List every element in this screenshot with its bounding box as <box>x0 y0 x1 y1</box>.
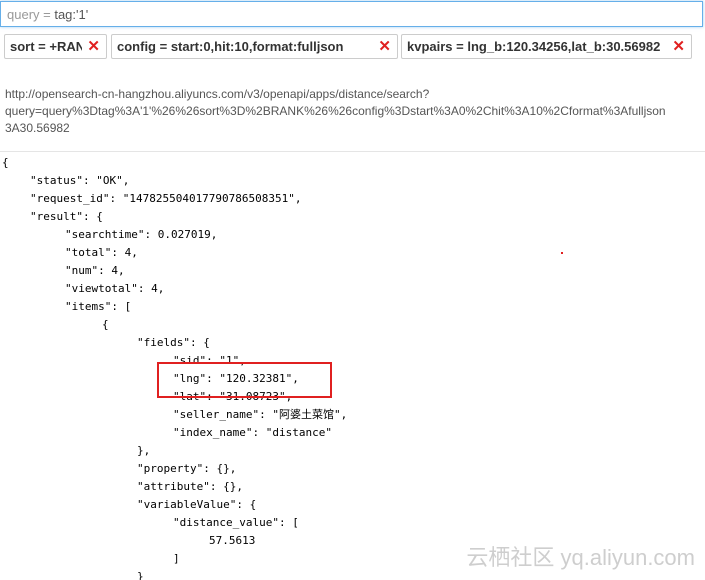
red-dot-mark <box>561 252 563 254</box>
watermark: 云栖社区 yq.aliyun.com <box>466 545 695 570</box>
json-line: "result": { <box>30 210 103 223</box>
distance-value-highlight-box <box>157 362 332 398</box>
query-input[interactable]: query = tag:'1' <box>0 1 703 27</box>
query-prefix-label: query = <box>7 6 55 22</box>
param-kvpairs[interactable]: kvpairs = lng_b:120.34256,lat_b:30.56982… <box>401 34 692 59</box>
param-kvpairs-value: lng_b:120.34256,lat_b:30.56982 <box>467 39 661 54</box>
json-line: "seller_name": "阿婆土菜馆", <box>173 408 348 421</box>
json-line: "request_id": "147825504017790786508351"… <box>30 192 302 205</box>
json-line: } <box>137 570 144 580</box>
json-line: "items": [ <box>65 300 132 313</box>
json-line: "property": {}, <box>137 462 237 475</box>
param-config-label: config = <box>117 39 171 54</box>
json-line: "attribute": {}, <box>137 480 243 493</box>
param-row: sort = +RANK ✕ config = start:0,hit:10,f… <box>0 34 705 59</box>
param-sort-close-icon[interactable]: ✕ <box>87 37 100 55</box>
param-sort-label: sort = <box>10 39 50 54</box>
param-config[interactable]: config = start:0,hit:10,format:fulljson … <box>111 34 398 59</box>
json-line: "index_name": "distance" <box>173 426 332 439</box>
url-line: http://opensearch-cn-hangzhou.aliyuncs.c… <box>5 87 430 101</box>
json-line: "fields": { <box>137 336 210 349</box>
divider <box>0 151 705 152</box>
json-response: { "status": "OK", "request_id": "1478255… <box>0 154 705 580</box>
param-sort-value: +RANK <box>49 39 82 54</box>
json-line: { <box>102 318 109 331</box>
param-kvpairs-close-icon[interactable]: ✕ <box>672 37 685 55</box>
json-line: "total": 4, <box>65 246 138 259</box>
json-line: "distance_value": [ <box>173 516 299 529</box>
param-kvpairs-label: kvpairs = <box>407 39 468 54</box>
url-line: query=query%3Dtag%3A'1'%26%26sort%3D%2BR… <box>5 104 666 118</box>
json-line: "searchtime": 0.027019, <box>65 228 218 241</box>
param-config-value: start:0,hit:10,format:fulljson <box>170 39 344 54</box>
url-line: 3A30.56982 <box>5 121 70 135</box>
json-line: "variableValue": { <box>137 498 257 511</box>
json-line: "viewtotal": 4, <box>65 282 165 295</box>
query-value: tag:'1' <box>54 6 89 22</box>
json-line: }, <box>137 444 151 457</box>
json-line: "num": 4, <box>65 264 125 277</box>
json-line: { <box>2 156 9 169</box>
json-line: ] <box>173 552 180 565</box>
json-line: "status": "OK", <box>30 174 130 187</box>
param-sort[interactable]: sort = +RANK ✕ <box>4 34 107 59</box>
json-line: 57.5613 <box>209 534 256 547</box>
param-config-close-icon[interactable]: ✕ <box>378 37 391 55</box>
request-url: http://opensearch-cn-hangzhou.aliyuncs.c… <box>5 86 703 137</box>
